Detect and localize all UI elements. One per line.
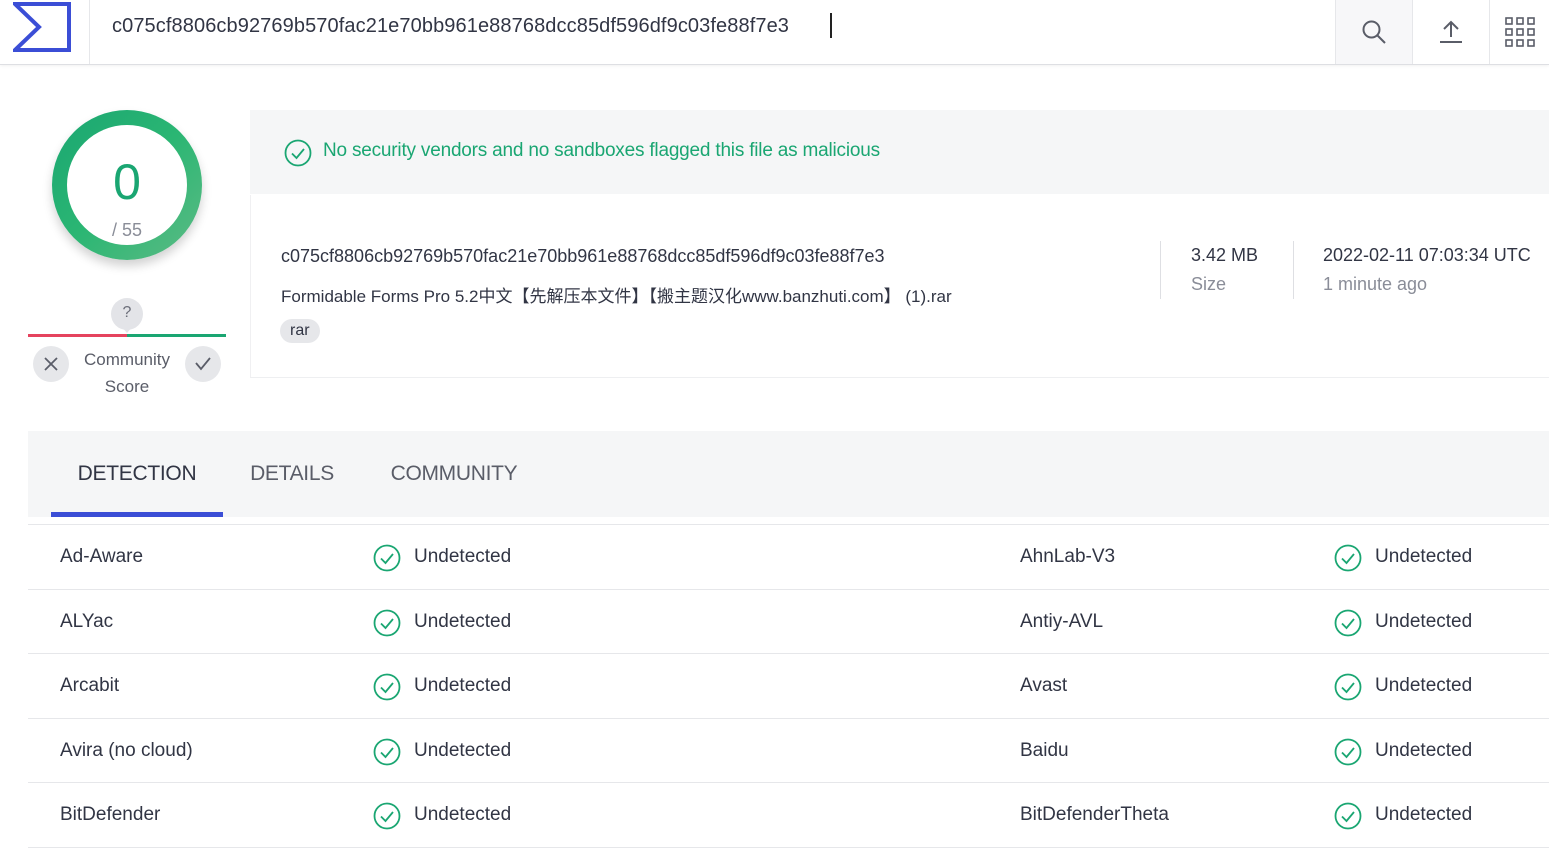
detection-result: Undetected <box>1375 675 1473 696</box>
detection-result: Undetected <box>414 804 512 825</box>
upload-icon <box>1440 20 1462 43</box>
file-size-label: Size <box>1191 274 1227 294</box>
text-caret <box>830 13 832 38</box>
detection-result: Undetected <box>414 546 512 567</box>
table-row: BitDefender Undetected BitDefenderTheta … <box>28 783 1549 848</box>
search-icon <box>1362 20 1386 44</box>
analysis-date-relative: 1 minute ago <box>1323 274 1428 294</box>
community-score-value-bubble: ? <box>111 298 143 333</box>
check-circle-icon <box>373 673 401 701</box>
apps-button[interactable] <box>1489 0 1549 64</box>
meta-divider <box>1293 241 1294 299</box>
detection-result: Undetected <box>1375 610 1473 632</box>
check-circle-icon <box>1334 802 1362 830</box>
verdict-banner: No security vendors and no sandboxes fla… <box>250 110 1549 194</box>
detection-result: Undetected <box>1375 546 1473 567</box>
virustotal-logo[interactable] <box>0 0 90 64</box>
search-input[interactable] <box>112 10 1212 42</box>
vote-harmless-button[interactable] <box>185 346 221 382</box>
analysis-date-value: 2022-02-11 07:03:34 UTC <box>1323 245 1531 265</box>
vendor-name: Antiy-AVL <box>1020 610 1104 632</box>
tab-details[interactable]: DETAILS <box>233 431 351 517</box>
upload-button[interactable] <box>1412 0 1489 64</box>
check-circle-icon <box>373 609 401 636</box>
vendor-name: Avast <box>1020 675 1068 696</box>
detection-result: Undetected <box>414 739 512 761</box>
community-score-label: Community Score <box>84 350 170 396</box>
detection-count: 0 <box>113 154 141 210</box>
file-info-card: c075cf8806cb92769b570fac21e70bb961e88768… <box>250 195 1549 378</box>
report-tabs: DETECTION DETAILS COMMUNITY <box>28 431 1549 517</box>
detection-result: Undetected <box>1375 739 1473 761</box>
check-circle-icon <box>1334 673 1362 701</box>
file-name: Formidable Forms Pro 5.2中文【先解压本文件】【搬主题汉化… <box>281 287 952 306</box>
apps-grid-icon <box>1504 17 1535 47</box>
table-row: ALYac Undetected Antiy-AVL Undetected <box>28 590 1549 654</box>
vendor-name: Avira (no cloud) <box>60 739 193 761</box>
vendor-name: Ad-Aware <box>60 546 144 567</box>
file-type-tag[interactable]: rar <box>280 319 320 343</box>
check-circle-icon <box>284 139 312 167</box>
table-row: Ad-Aware Undetected AhnLab-V3 Undetected <box>28 525 1549 590</box>
score-ring-inner: 0 / 55 <box>67 125 187 245</box>
detection-result: Undetected <box>414 675 512 696</box>
detection-result: Undetected <box>414 610 512 632</box>
vendor-name: Baidu <box>1020 739 1069 761</box>
table-row: Arcabit Undetected Avast Undetected <box>28 654 1549 719</box>
check-circle-icon <box>1334 738 1362 765</box>
vendor-name: ALYac <box>60 610 114 632</box>
detection-total: / 55 <box>111 220 143 240</box>
search-button[interactable] <box>1335 0 1412 64</box>
check-icon <box>195 357 211 371</box>
top-bar <box>0 0 1549 65</box>
file-size-value: 3.42 MB <box>1191 245 1259 265</box>
verdict-text: No security vendors and no sandboxes fla… <box>323 140 880 161</box>
detection-result: Undetected <box>1375 804 1473 825</box>
check-circle-icon <box>1334 544 1362 572</box>
vendor-name: AhnLab-V3 <box>1020 546 1116 567</box>
tab-detection[interactable]: DETECTION <box>51 431 223 517</box>
community-score-bar-positive <box>127 334 226 337</box>
vendor-name: Arcabit <box>60 675 120 696</box>
tab-community[interactable]: COMMUNITY <box>373 431 535 517</box>
community-score-bar-negative <box>28 334 127 337</box>
detection-score-ring: 0 / 55 <box>52 110 202 260</box>
meta-divider <box>1160 241 1161 299</box>
file-hash[interactable]: c075cf8806cb92769b570fac21e70bb961e88768… <box>281 246 885 267</box>
close-icon <box>44 357 58 371</box>
active-tab-indicator <box>51 512 223 517</box>
check-circle-icon <box>373 738 401 765</box>
vote-harmful-button[interactable] <box>33 346 69 382</box>
check-circle-icon <box>373 802 401 830</box>
vendor-name: BitDefenderTheta <box>1020 804 1169 825</box>
check-circle-icon <box>373 544 401 572</box>
check-circle-icon <box>1334 609 1362 636</box>
virustotal-sigma-logo-icon <box>13 2 71 52</box>
vendor-name: BitDefender <box>60 804 161 825</box>
table-row: Avira (no cloud) Undetected Baidu Undete… <box>28 719 1549 783</box>
detection-table: Ad-Aware Undetected AhnLab-V3 Undetected… <box>28 524 1549 848</box>
